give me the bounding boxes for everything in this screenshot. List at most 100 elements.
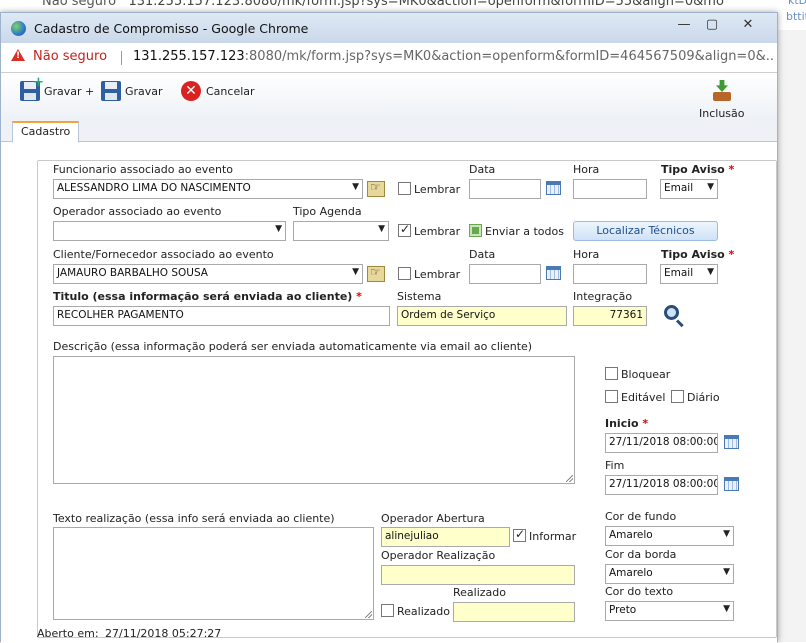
lembrar1-checkbox[interactable] bbox=[398, 182, 411, 195]
hora1-input[interactable] bbox=[573, 179, 647, 199]
required-mark: * bbox=[728, 248, 735, 261]
address-bar[interactable]: ! Não seguro 131.255.157.123:8080/mk/for… bbox=[1, 43, 777, 73]
save-plus-button[interactable]: + Gravar + bbox=[20, 75, 94, 102]
cor-borda-select[interactable]: Amarelo ▼ bbox=[605, 564, 734, 584]
descricao-label: Descrição (essa informação poderá ser en… bbox=[53, 340, 533, 353]
tipo-aviso1-select[interactable]: Email ▼ bbox=[660, 179, 718, 199]
bloquear-label: Bloquear bbox=[621, 368, 671, 381]
cor-texto-value: Preto bbox=[609, 604, 637, 616]
chevron-down-icon: ▼ bbox=[275, 224, 282, 234]
titulo-label-text: Titulo (essa informação será enviada ao … bbox=[53, 290, 353, 303]
sistema-label: Sistema bbox=[397, 290, 442, 303]
realizado-input[interactable] bbox=[453, 602, 575, 622]
funcionario-select[interactable]: ALESSANDRO LIMA DO NASCIMENTO ▼ bbox=[53, 179, 363, 199]
tipo-aviso2-select[interactable]: Email ▼ bbox=[660, 264, 718, 284]
tipo-aviso2-label-text: Tipo Aviso bbox=[661, 248, 725, 261]
operador-select[interactable]: ▼ bbox=[53, 221, 286, 241]
operador-abertura-input[interactable]: alinejuliao bbox=[381, 527, 510, 547]
data2-input[interactable] bbox=[469, 264, 541, 284]
hora1-label: Hora bbox=[573, 163, 600, 176]
cor-borda-value: Amarelo bbox=[609, 567, 653, 579]
integracao-label: Integração bbox=[573, 290, 633, 303]
background-scroll-strip bbox=[776, 30, 806, 642]
chevron-down-icon: ▼ bbox=[723, 529, 730, 539]
required-mark: * bbox=[356, 290, 362, 303]
operador-abertura-label: Operador Abertura bbox=[381, 512, 485, 525]
hora2-input[interactable] bbox=[573, 264, 647, 284]
chevron-down-icon: ▼ bbox=[352, 267, 359, 277]
tipo-aviso1-label-text: Tipo Aviso bbox=[661, 163, 725, 176]
calendar-icon[interactable] bbox=[546, 181, 561, 195]
titulo-label: Titulo (essa informação será enviada ao … bbox=[53, 290, 362, 303]
chrome-icon bbox=[11, 21, 26, 36]
maximize-button[interactable]: ▢ bbox=[699, 16, 725, 36]
cliente-select[interactable]: JAMAURO BARBALHO SOUSA ▼ bbox=[53, 264, 363, 284]
enviar-todos-label: Enviar a todos bbox=[485, 225, 564, 238]
cor-fundo-select[interactable]: Amarelo ▼ bbox=[605, 526, 734, 546]
realizado-field-label: Realizado bbox=[453, 586, 506, 599]
informar-label: Informar bbox=[529, 530, 577, 543]
diario-checkbox[interactable] bbox=[671, 390, 684, 403]
data1-input[interactable] bbox=[469, 179, 541, 199]
required-mark: * bbox=[728, 163, 735, 176]
cliente-value: JAMAURO BARBALHO SOUSA bbox=[57, 267, 208, 279]
fim-input[interactable]: 27/11/2018 08:00:00 bbox=[605, 475, 718, 495]
save-label: Gravar bbox=[125, 84, 163, 98]
save-button[interactable]: Gravar bbox=[101, 80, 163, 102]
editavel-checkbox[interactable] bbox=[605, 390, 618, 403]
informar-checkbox[interactable] bbox=[513, 527, 526, 542]
funcionario-value: ALESSANDRO LIMA DO NASCIMENTO bbox=[57, 182, 251, 194]
sistema-input[interactable]: Ordem de Serviço bbox=[397, 306, 567, 326]
cancel-label: Cancelar bbox=[206, 84, 255, 98]
calendar-icon[interactable] bbox=[724, 477, 739, 491]
texto-realizacao-textarea[interactable] bbox=[53, 527, 374, 620]
descricao-textarea[interactable] bbox=[53, 356, 575, 484]
tipo-agenda-select[interactable]: ▼ bbox=[293, 221, 389, 241]
calendar-icon[interactable] bbox=[546, 266, 561, 280]
tipo-aviso2-value: Email bbox=[664, 267, 694, 279]
cancel-button[interactable]: ✕ Cancelar bbox=[181, 80, 255, 102]
operador-realizacao-input[interactable] bbox=[381, 565, 575, 585]
data2-label: Data bbox=[469, 248, 496, 261]
lembrar2-label: Lembrar bbox=[414, 225, 461, 238]
minimize-button[interactable]: — bbox=[671, 16, 697, 36]
address-separator bbox=[121, 51, 122, 65]
save-plus-icon: + bbox=[20, 75, 44, 101]
bloquear-checkbox[interactable] bbox=[605, 367, 618, 380]
data1-label: Data bbox=[469, 163, 496, 176]
search-folder-icon[interactable] bbox=[367, 265, 385, 282]
hora2-label: Hora bbox=[573, 248, 600, 261]
calendar-icon[interactable] bbox=[724, 435, 739, 449]
background-address: Não seguro 131.255.157.123:8080/mk/form.… bbox=[42, 0, 724, 9]
lembrar2-checkbox[interactable] bbox=[398, 222, 411, 237]
search-folder-icon[interactable] bbox=[367, 180, 385, 197]
lembrar1-label: Lembrar bbox=[414, 183, 461, 196]
tipo-aviso2-label: Tipo Aviso * bbox=[661, 248, 734, 261]
chevron-down-icon: ▼ bbox=[352, 182, 359, 192]
lembrar3-checkbox[interactable] bbox=[398, 267, 411, 280]
localizar-tecnicos-button[interactable]: Localizar Técnicos bbox=[573, 221, 718, 241]
lembrar3-label: Lembrar bbox=[414, 268, 461, 281]
search-icon[interactable] bbox=[664, 305, 686, 329]
tab-cadastro[interactable]: Cadastro bbox=[12, 121, 80, 143]
integracao-input[interactable]: 77361 bbox=[573, 306, 647, 326]
tipo-aviso1-label: Tipo Aviso * bbox=[661, 163, 734, 176]
chevron-down-icon: ▼ bbox=[723, 567, 730, 577]
not-secure-label[interactable]: Não seguro bbox=[33, 49, 107, 64]
inicio-input[interactable]: 27/11/2018 08:00:00 bbox=[605, 433, 718, 453]
url-text[interactable]: 131.255.157.123:8080/mk/form.jsp?sys=MK0… bbox=[133, 49, 773, 64]
save-icon bbox=[101, 81, 121, 101]
inclusion-icon bbox=[712, 80, 732, 102]
form-content: Funcionario associado ao evento ALESSAND… bbox=[1, 143, 777, 643]
tipo-agenda-label: Tipo Agenda bbox=[293, 205, 362, 218]
popup-window: Cadastro de Compromisso - Google Chrome … bbox=[0, 12, 778, 643]
titulo-input[interactable]: RECOLHER PAGAMENTO bbox=[53, 306, 390, 326]
background-not-secure: Não seguro bbox=[42, 0, 117, 9]
enviar-todos-checkbox[interactable] bbox=[469, 224, 482, 237]
cor-texto-select[interactable]: Preto ▼ bbox=[605, 601, 734, 621]
fim-label: Fim bbox=[605, 459, 625, 472]
realizado-checkbox[interactable] bbox=[381, 604, 394, 617]
close-button[interactable]: ✕ bbox=[735, 16, 761, 36]
aberto-em-label: Aberto em: bbox=[37, 627, 99, 640]
chevron-down-icon: ▼ bbox=[707, 182, 714, 192]
